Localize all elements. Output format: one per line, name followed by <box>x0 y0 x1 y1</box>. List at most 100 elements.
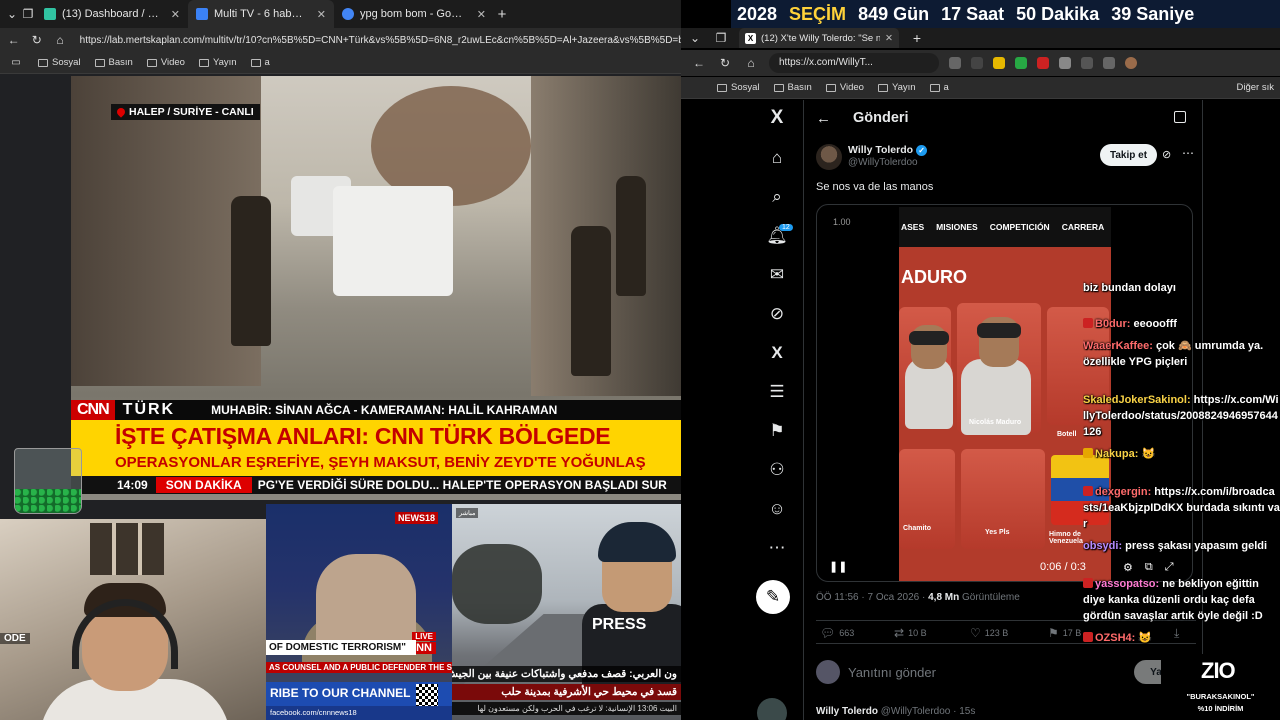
folder-icon <box>825 83 836 92</box>
headline: İŞTE ÇATIŞMA ANLARI: CNN TÜRK BÖLGEDE <box>115 423 611 449</box>
close-icon[interactable]: ✕ <box>477 8 486 21</box>
news18-caption: OF DOMESTIC TERRORISM" <box>266 640 416 655</box>
home-icon[interactable]: ⌂ <box>52 33 67 47</box>
bookmark-basin[interactable]: Basın <box>773 82 812 93</box>
soldier <box>571 226 611 376</box>
bookmark-icon: ⚑ <box>1048 626 1059 640</box>
chat-message: SkaledJokerSakinol: https://x.com/WillyT… <box>1083 394 1279 438</box>
premium-x-icon[interactable]: X <box>765 341 789 365</box>
extension-icon[interactable] <box>993 57 1005 69</box>
left-nav-bar: ← ↻ ⌂ https://lab.mertskaplan.com/multit… <box>0 28 681 52</box>
workspaces-icon[interactable]: ❐ <box>713 31 729 45</box>
extension-icon[interactable] <box>1081 57 1093 69</box>
reader-mode-icon[interactable] <box>1174 111 1186 123</box>
multitv-favicon-icon <box>196 8 208 20</box>
back-arrow-icon[interactable]: ← <box>691 56 707 70</box>
cnn-logo: CNN <box>71 400 115 420</box>
tab-x-post[interactable]: X (12) X'te Willy Tolerdo: "Se no ✕ <box>739 28 899 48</box>
author-handle[interactable]: @WillyTolerdoo <box>848 157 918 168</box>
extension-icon[interactable] <box>1103 57 1115 69</box>
reply-button[interactable]: 💬︎ 663 <box>820 626 854 640</box>
other-bookmarks[interactable]: Diğer sık <box>1237 82 1274 93</box>
card-label: Yes Pls <box>985 529 1010 536</box>
follow-button[interactable]: Takip et <box>1100 144 1158 166</box>
card-label: Nicolás Maduro <box>969 419 1022 426</box>
bookmark-yayin[interactable]: Yayın <box>877 82 916 93</box>
close-icon[interactable]: ✕ <box>885 33 893 44</box>
game-menu-bar: ASES MISIONES COMPETICIÓN CARRERA <box>899 207 1111 247</box>
extension-icon[interactable] <box>1037 57 1049 69</box>
close-icon[interactable]: ✕ <box>171 8 180 21</box>
x-logo-icon[interactable]: X <box>765 106 789 130</box>
reply-input[interactable]: Yanıtını gönder <box>848 665 936 680</box>
new-tab-plus-icon[interactable]: + <box>909 30 925 46</box>
goggles <box>977 323 1021 338</box>
tab-menu-chevron-icon[interactable]: ⌄ <box>4 7 20 21</box>
repost-button[interactable]: ⇄ 10 B <box>894 626 927 640</box>
back-arrow-icon[interactable]: ← <box>816 110 831 127</box>
right-bookmarks-bar: Sosyal Basın Video Yayın a Diğer sık <box>681 77 1280 99</box>
address-bar[interactable]: https://lab.mertskaplan.com/multitv/tr/1… <box>80 35 681 46</box>
emote-icon <box>1083 578 1093 588</box>
officer <box>316 554 416 654</box>
profile-icon[interactable]: ☺ <box>765 497 789 521</box>
back-arrow-icon[interactable]: ← <box>6 33 21 47</box>
webcam-feed <box>0 519 266 720</box>
sidebar-icon[interactable]: ▭ <box>8 57 24 68</box>
playback-speed: 1.00 <box>833 217 851 227</box>
more-icon[interactable]: ⋯ <box>765 536 789 560</box>
aljazeera-video[interactable]: PRESS مباشر ون العربي: قصف مدفعي واشتباك… <box>452 504 681 720</box>
chat-message: OZSH4: 😺 <box>1083 630 1280 646</box>
extension-icon[interactable] <box>949 57 961 69</box>
location-pin-icon <box>115 106 127 118</box>
bookmark-basin[interactable]: Basın <box>94 57 133 68</box>
communities-icon[interactable]: ⚇ <box>765 458 789 482</box>
bookmarks-icon[interactable]: ⚑ <box>765 419 789 443</box>
address-bar[interactable]: https://x.com/WillyT... <box>769 53 939 73</box>
right-tab-bar: ⌄ ❐ X (12) X'te Willy Tolerdo: "Se no ✕ … <box>681 28 1280 48</box>
bookmark-a[interactable]: a <box>250 57 270 68</box>
next-reply-avatar[interactable] <box>757 698 787 720</box>
grok-icon[interactable]: ⊘ <box>765 302 789 326</box>
wall-frames <box>90 523 164 575</box>
search-icon[interactable]: ⌕ <box>765 185 789 209</box>
tab-google-earth[interactable]: ypg bom bom - Google Earth ✕ <box>334 0 494 28</box>
next-reply-header[interactable]: Willy Tolerdo @WillyTolerdoo · 15s <box>816 706 975 717</box>
bookmark-a[interactable]: a <box>929 82 949 93</box>
bookmark-yayin[interactable]: Yayın <box>198 57 237 68</box>
extension-icon[interactable] <box>971 57 983 69</box>
tab-multitv[interactable]: Multi TV - 6 haber kanalını ay ✕ <box>188 0 334 28</box>
refresh-icon[interactable]: ↻ <box>29 33 44 47</box>
new-tab-plus-icon[interactable]: + <box>494 6 510 23</box>
tab-menu-chevron-icon[interactable]: ⌄ <box>687 31 703 45</box>
home-icon[interactable]: ⌂ <box>765 146 789 170</box>
close-icon[interactable]: ✕ <box>317 8 326 21</box>
refresh-icon[interactable]: ↻ <box>717 56 733 70</box>
news18-video[interactable]: NEWS18 LIVE CNN OF DOMESTIC TERRORISM" A… <box>266 504 452 720</box>
grok-explain-icon[interactable]: ⊘ <box>1162 148 1171 161</box>
bookmark-video[interactable]: Video <box>825 82 864 93</box>
bookmark-video[interactable]: Video <box>146 57 185 68</box>
pause-icon[interactable]: ❚❚ <box>829 560 847 573</box>
cnn-credits-bar: CNN TÜRK MUHABİR: SİNAN AĞCA - KAMERAMAN… <box>71 400 681 420</box>
like-button[interactable]: ♡ 123 B <box>970 626 1008 640</box>
more-options-icon[interactable]: ⋯ <box>1182 146 1194 160</box>
workspaces-icon[interactable]: ❐ <box>20 7 36 21</box>
bookmark-button[interactable]: ⚑ 17 B <box>1048 626 1081 640</box>
donation-jar <box>14 448 82 514</box>
messages-icon[interactable]: ✉ <box>765 263 789 287</box>
aljazeera-ticker: البيت 13:06 الإنسانية: لا ترغب في الحرب … <box>452 702 681 715</box>
tab-streamlabs[interactable]: (13) Dashboard / Streamlabs ✕ <box>36 0 188 28</box>
extension-icon[interactable] <box>1059 57 1071 69</box>
extension-icon[interactable] <box>1015 57 1027 69</box>
compose-post-icon[interactable]: ✎ <box>756 580 790 614</box>
social-url: facebook.com/cnnnews18 <box>266 706 452 720</box>
bookmark-sosyal[interactable]: Sosyal <box>38 57 81 68</box>
lists-icon[interactable]: ☰ <box>765 380 789 404</box>
author-avatar[interactable] <box>816 144 842 170</box>
home-icon[interactable]: ⌂ <box>743 56 759 70</box>
author-name[interactable]: Willy Tolerdo ✓ <box>848 144 928 156</box>
profile-avatar[interactable] <box>1125 57 1137 69</box>
webcam-mode-label: ODE <box>0 633 30 644</box>
bookmark-sosyal[interactable]: Sosyal <box>717 82 760 93</box>
